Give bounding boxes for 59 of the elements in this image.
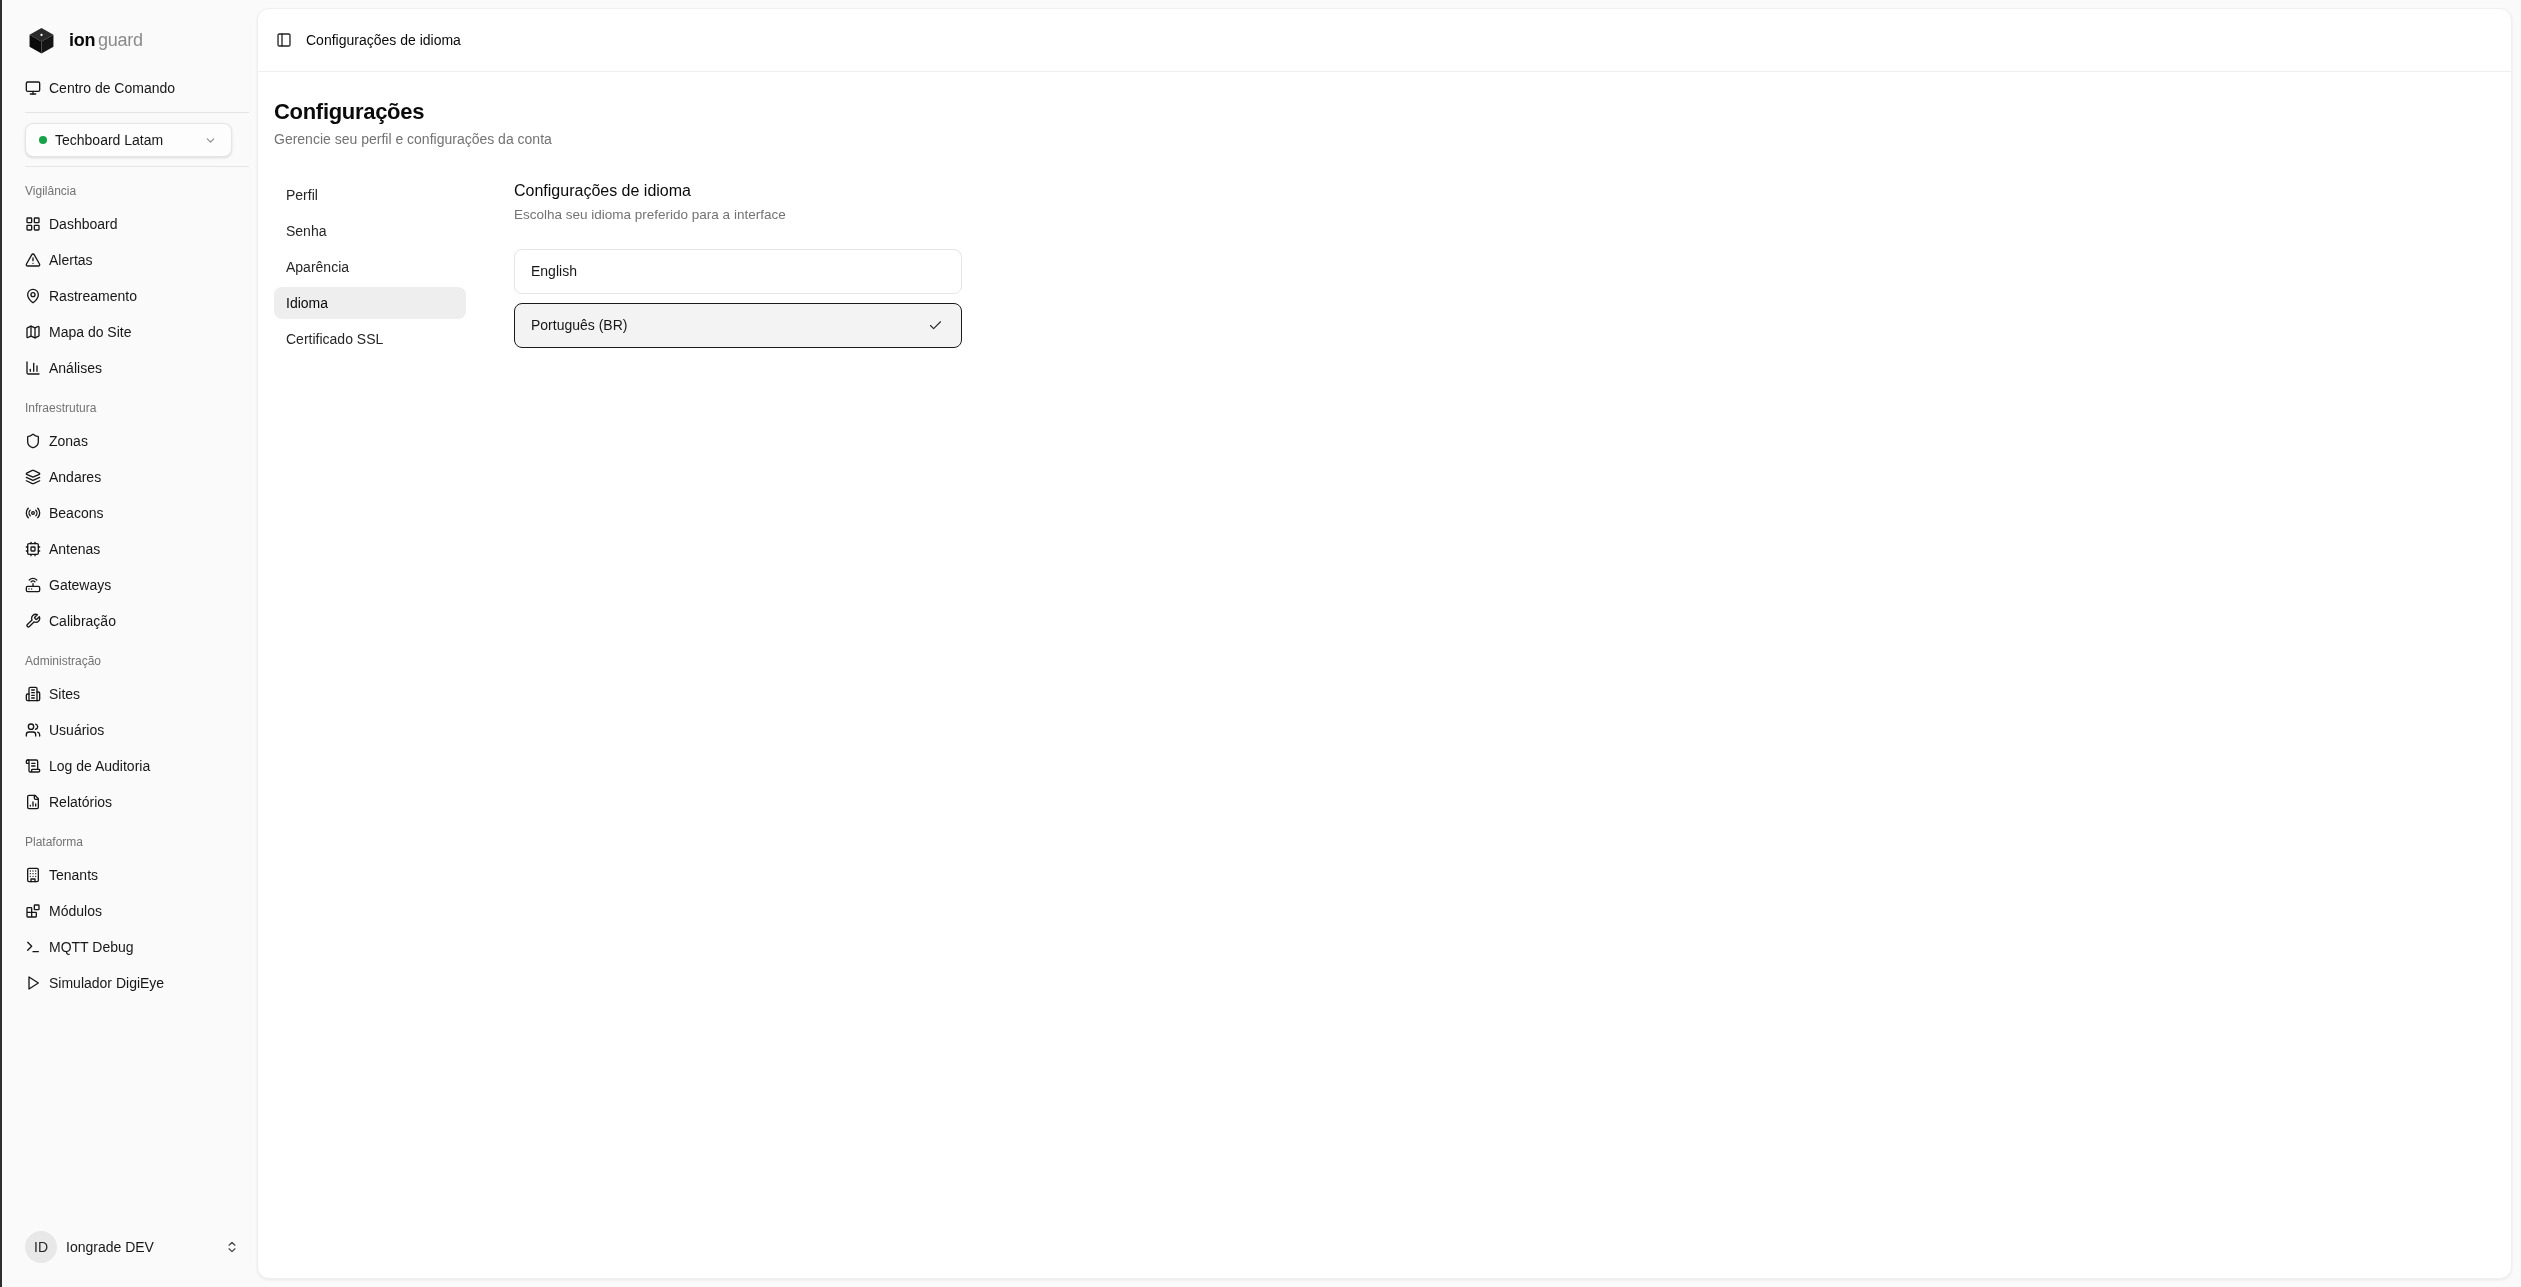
chip-icon (25, 541, 41, 557)
tenant-select[interactable]: Techboard Latam (25, 123, 232, 157)
sidebar-item[interactable]: Log de Auditoria (17, 748, 249, 784)
sidebar-item[interactable]: Andares (17, 459, 249, 495)
page-title: Configurações (274, 98, 426, 126)
map-pin-icon (25, 288, 41, 304)
sidebar-item[interactable]: Rastreamento (17, 278, 249, 314)
layers-icon (25, 469, 41, 485)
section-subtitle: Escolha seu idioma preferido para a interface (514, 206, 787, 224)
avatar-initials: ID (25, 1231, 57, 1263)
building-icon (25, 867, 41, 883)
users-icon (25, 722, 41, 738)
section-label: Administração (24, 653, 103, 670)
blocks-icon (25, 903, 41, 919)
page-subtitle: Gerencie seu perfil e configurações da conta (274, 130, 553, 149)
cube-logo-icon (28, 26, 55, 54)
sidebar-item[interactable]: Zonas (17, 423, 249, 459)
sidebar-item[interactable]: Dashboard (17, 206, 249, 242)
brand-name-suffix: guard (98, 31, 143, 49)
grid-icon (25, 216, 41, 232)
warning-icon (25, 252, 41, 268)
section-title: Configurações de idioma (514, 181, 692, 201)
section-label: Vigilância (24, 183, 78, 200)
language-option[interactable]: English (514, 249, 962, 294)
section-label: Infraestrutura (24, 400, 98, 417)
sidebar-item[interactable]: Mapa do Site (17, 314, 249, 350)
sidebar-item[interactable]: Relatórios (17, 784, 249, 820)
settings-nav-item[interactable]: Idioma (274, 287, 466, 319)
building-icon (25, 686, 41, 702)
sidebar-item[interactable]: Centro de Comando (17, 70, 249, 106)
sidebar-item[interactable]: Alertas (17, 242, 249, 278)
map-icon (25, 324, 41, 340)
file-chart-icon (25, 794, 41, 810)
sidebar-item[interactable]: Sites (17, 676, 249, 712)
brand-name: ion (69, 31, 96, 49)
monitor-icon (25, 80, 41, 96)
panel-left-icon (276, 32, 292, 48)
sidebar-item[interactable]: Usuários (17, 712, 249, 748)
radio-waves-icon (25, 505, 41, 521)
bar-chart-icon (25, 360, 41, 376)
sidebar-item[interactable]: Tenants (17, 857, 249, 893)
router-icon (25, 577, 41, 593)
play-icon (25, 975, 41, 991)
sidebar-item[interactable]: Beacons (17, 495, 249, 531)
user-menu[interactable]: ID Iongrade DEV (17, 1223, 249, 1271)
wrench-icon (25, 613, 41, 629)
scroll-icon (25, 758, 41, 774)
breadcrumb-title: Configurações de idioma (306, 30, 461, 50)
sidebar-item[interactable]: Antenas (17, 531, 249, 567)
shield-icon (25, 433, 41, 449)
terminal-icon (25, 939, 41, 955)
section-label: Plataforma (24, 834, 85, 851)
sidebar-item[interactable]: Calibração (17, 603, 249, 639)
sidebar-item[interactable]: MQTT Debug (17, 929, 249, 965)
sidebar-item[interactable]: Simulador DigiEye (17, 965, 249, 1001)
sidebar-item[interactable]: Análises (17, 350, 249, 386)
language-option[interactable]: Português (BR) (514, 303, 962, 348)
sidebar-item[interactable]: Módulos (17, 893, 249, 929)
sidebar-item[interactable]: Gateways (17, 567, 249, 603)
